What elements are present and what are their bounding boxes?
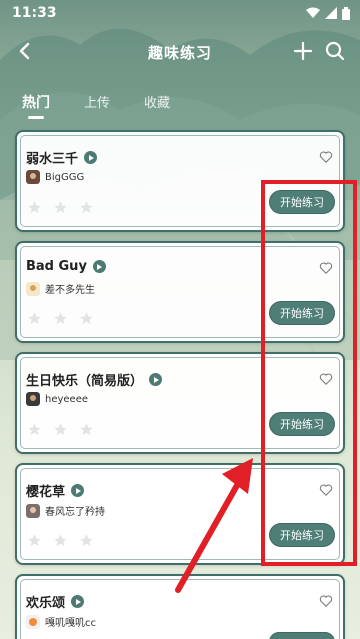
- play-icon[interactable]: [71, 484, 85, 497]
- play-icon[interactable]: [71, 595, 85, 608]
- card-title: Bad Guy: [26, 259, 87, 274]
- search-icon[interactable]: [324, 40, 346, 62]
- star-rating: [27, 311, 94, 326]
- star-icon: [54, 534, 67, 547]
- author-name: BigGGG: [45, 171, 85, 183]
- avatar: [26, 614, 40, 629]
- tab-hot[interactable]: 热门: [22, 92, 50, 119]
- star-icon: [80, 534, 93, 547]
- play-icon[interactable]: [149, 373, 163, 386]
- page-title: 趣味练习: [147, 43, 212, 62]
- card-title: 欢乐颂: [26, 596, 66, 611]
- star-icon: [28, 312, 41, 325]
- tab-favorites[interactable]: 收藏: [144, 92, 170, 112]
- add-icon[interactable]: [292, 40, 314, 62]
- star-icon: [28, 201, 41, 214]
- battery-icon: [342, 6, 350, 20]
- star-rating: [27, 422, 94, 437]
- star-rating: [27, 533, 94, 548]
- play-icon[interactable]: [92, 260, 106, 273]
- star-icon: [80, 201, 93, 214]
- avatar: [26, 392, 40, 406]
- signal-icon: [325, 7, 337, 19]
- star-icon: [54, 201, 67, 214]
- card-title: 生日快乐（简易版）: [26, 374, 144, 389]
- author-name: 嘎叽嘎叽cc: [45, 618, 96, 629]
- star-icon: [80, 312, 93, 325]
- star-icon: [54, 423, 67, 436]
- wifi-icon: [306, 7, 320, 18]
- tab-bar: 热门 上传 收藏: [22, 92, 170, 119]
- card-title: 樱花草: [26, 485, 66, 500]
- app-bar: 趣味练习: [0, 30, 360, 74]
- author-name: 差不多先生: [45, 285, 95, 296]
- star-icon: [28, 423, 41, 436]
- avatar: [26, 503, 40, 518]
- avatar: [26, 281, 40, 296]
- star-rating: [27, 200, 94, 215]
- card-title: 弱水三千: [26, 152, 79, 167]
- author-name: 春风忘了矜持: [45, 507, 105, 518]
- star-icon: [54, 312, 67, 325]
- status-icons: [306, 6, 350, 20]
- status-time: 11:33: [12, 5, 57, 21]
- star-icon: [80, 423, 93, 436]
- star-icon: [28, 534, 41, 547]
- avatar: [26, 170, 40, 184]
- heart-icon[interactable]: [319, 150, 333, 164]
- heart-icon[interactable]: [319, 594, 333, 608]
- tab-upload[interactable]: 上传: [84, 92, 110, 112]
- practice-card[interactable]: 欢乐颂 嘎叽嘎叽cc: [15, 574, 345, 639]
- status-bar: 11:33: [0, 0, 360, 26]
- author-name: heyeeee: [45, 393, 89, 405]
- play-icon[interactable]: [84, 151, 98, 164]
- annotation-highlight-box: [261, 180, 357, 566]
- back-arrow-icon[interactable]: [14, 40, 36, 62]
- start-practice-button[interactable]: [269, 632, 335, 639]
